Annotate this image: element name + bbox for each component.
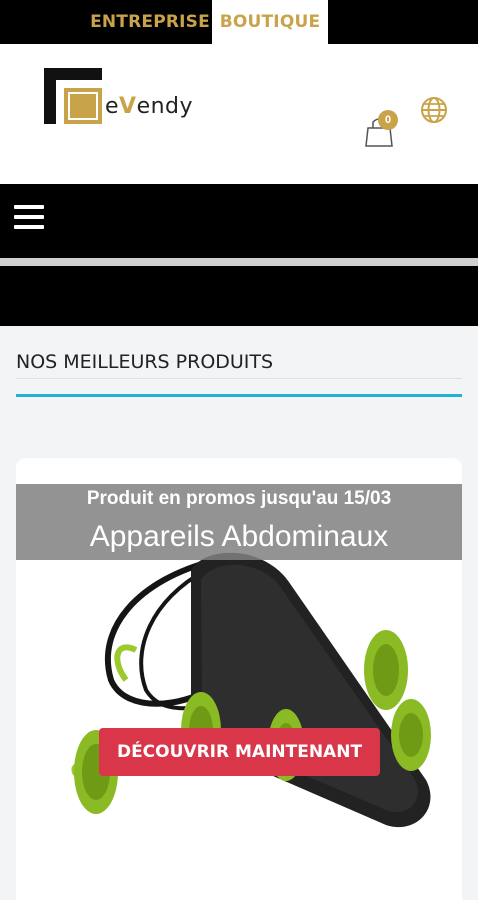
- main-navbar: [0, 184, 478, 258]
- site-logo[interactable]: eVendy: [44, 68, 204, 132]
- globe-icon: [421, 97, 447, 123]
- product-card[interactable]: Produit en promos jusqu'au 15/03 Apparei…: [16, 458, 462, 900]
- black-banner: [0, 266, 478, 326]
- navbar-divider: [0, 258, 478, 266]
- logo-mark: [44, 68, 102, 124]
- site-header: eVendy 0: [0, 44, 478, 184]
- logo-wordmark: eVendy: [105, 94, 194, 119]
- tab-entreprise[interactable]: ENTREPRISE: [90, 0, 210, 44]
- language-button[interactable]: [420, 96, 448, 124]
- section-title: NOS MEILLEURS PRODUITS: [16, 351, 274, 373]
- product-image: [71, 552, 431, 828]
- section-title-rule: [16, 378, 462, 379]
- cart-button[interactable]: 0: [362, 108, 402, 150]
- section-underline: [16, 394, 462, 397]
- product-name: Appareils Abdominaux: [89, 520, 389, 553]
- promo-text: Produit en promos jusqu'au 15/03: [86, 488, 392, 509]
- top-tab-bar: ENTREPRISE BOUTIQUE: [0, 0, 478, 44]
- discover-now-button[interactable]: DÉCOUVRIR MAINTENANT: [99, 728, 380, 776]
- cart-count-badge: 0: [378, 110, 398, 130]
- tab-boutique[interactable]: BOUTIQUE: [212, 0, 328, 44]
- hamburger-menu-icon[interactable]: [14, 205, 46, 231]
